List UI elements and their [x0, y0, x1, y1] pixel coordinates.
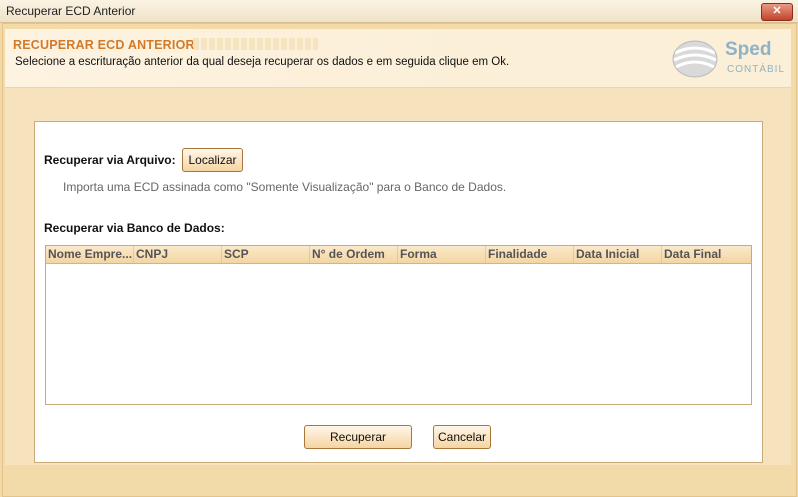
close-button[interactable]: ✕	[761, 3, 793, 21]
column-header-forma[interactable]: Forma	[398, 246, 486, 263]
ecd-table[interactable]: Nome Empre... CNPJ SCP N° de Ordem Forma…	[45, 245, 752, 405]
column-header-cnpj[interactable]: CNPJ	[134, 246, 222, 263]
cancelar-button[interactable]: Cancelar	[433, 425, 491, 449]
file-section-label: Recuperar via Arquivo:	[44, 153, 176, 167]
file-section-hint: Importa uma ECD assinada como "Somente V…	[63, 180, 507, 194]
column-header-numero-ordem[interactable]: N° de Ordem	[310, 246, 398, 263]
localizar-button[interactable]: Localizar	[182, 148, 243, 172]
logo-text-sub: CONTÁBIL	[727, 64, 786, 75]
dialog-heading: RECUPERAR ECD ANTERIOR	[13, 38, 195, 52]
window-title: Recuperar ECD Anterior	[6, 4, 136, 18]
dialog-header: RECUPERAR ECD ANTERIOR Selecione a escri…	[5, 29, 791, 88]
column-header-nome-empresa[interactable]: Nome Empre...	[46, 246, 134, 263]
close-icon: ✕	[772, 5, 782, 17]
recuperar-button[interactable]: Recuperar	[304, 425, 412, 449]
logo-text-main: Sped	[725, 39, 772, 60]
column-header-data-final[interactable]: Data Final	[662, 246, 751, 263]
table-body[interactable]	[46, 264, 751, 404]
column-header-finalidade[interactable]: Finalidade	[486, 246, 574, 263]
column-header-scp[interactable]: SCP	[222, 246, 310, 263]
sped-contabil-logo: Sped CONTÁBIL	[669, 37, 784, 81]
header-decoration	[193, 38, 318, 50]
db-section-label: Recuperar via Banco de Dados:	[44, 221, 225, 235]
globe-icon	[672, 40, 718, 78]
table-header: Nome Empre... CNPJ SCP N° de Ordem Forma…	[46, 246, 751, 264]
column-header-data-inicial[interactable]: Data Inicial	[574, 246, 662, 263]
title-bar: Recuperar ECD Anterior ✕	[0, 0, 798, 23]
dialog-description: Selecione a escrituração anterior da qua…	[15, 56, 510, 68]
